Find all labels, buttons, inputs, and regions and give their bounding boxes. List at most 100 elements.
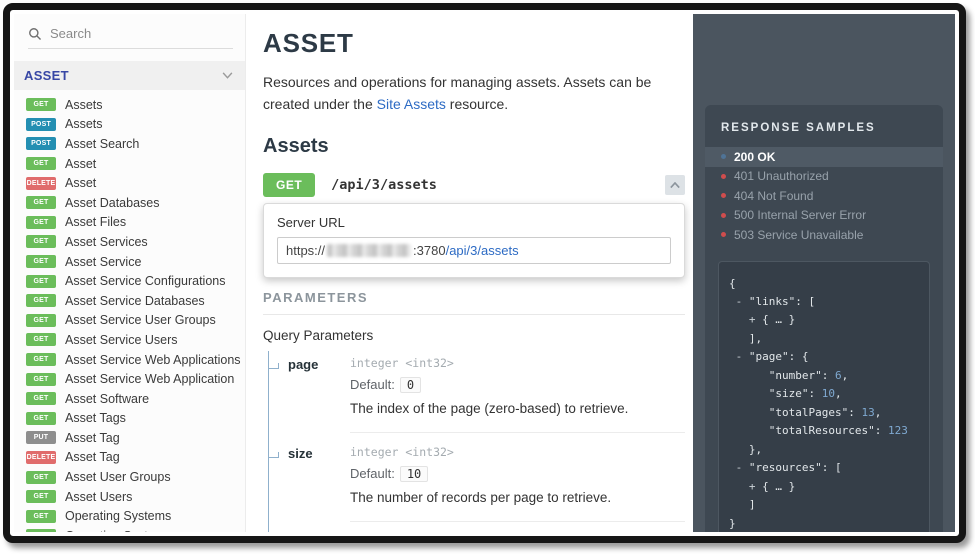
- json-number: 10: [822, 387, 835, 400]
- sidebar-item-label: Asset Tags: [65, 411, 126, 425]
- code-line: },: [729, 441, 919, 459]
- response-samples-title: RESPONSE SAMPLES: [721, 122, 927, 134]
- method-badge: GET: [26, 412, 56, 425]
- sidebar-item[interactable]: GET Asset Service Users: [14, 330, 245, 350]
- error-dot-icon: [721, 213, 726, 218]
- response-tab-200[interactable]: 200 OK: [705, 147, 943, 167]
- collapse-toggle[interactable]: -: [729, 461, 749, 474]
- method-badge: DELETE: [26, 451, 56, 464]
- sidebar-item[interactable]: GET Asset Service Web Applications: [14, 350, 245, 370]
- sidebar-item[interactable]: GETAsset: [14, 154, 245, 174]
- site-assets-link[interactable]: Site Assets: [377, 96, 446, 112]
- method-badge: PUT: [26, 431, 56, 444]
- main-content: ASSET Resources and operations for manag…: [246, 14, 693, 532]
- collapse-endpoint-button[interactable]: [665, 175, 685, 195]
- sidebar-item[interactable]: DELETE Asset Tag: [14, 448, 245, 468]
- collapse-toggle[interactable]: -: [729, 295, 749, 308]
- sidebar-item-label: Asset Service: [65, 255, 141, 269]
- json-number: 13: [861, 406, 874, 419]
- get-method-badge: GET: [263, 173, 315, 197]
- intro-paragraph: Resources and operations for managing as…: [263, 72, 687, 115]
- sidebar-item[interactable]: GET Asset Service: [14, 252, 245, 272]
- sidebar-item[interactable]: PUTAsset Tag: [14, 428, 245, 448]
- sidebar-nav: GETAssets POST Assets POSTAsset Search GE…: [14, 90, 245, 532]
- sidebar-item[interactable]: DELETE Asset: [14, 173, 245, 193]
- method-badge: GET: [26, 235, 56, 248]
- sidebar-item-label: Asset Software: [65, 392, 149, 406]
- sidebar-item[interactable]: GETAsset Service Configurations: [14, 271, 245, 291]
- query-parameters-tree: page integer <int32> Default:0 The index…: [268, 351, 687, 532]
- error-dot-icon: [721, 232, 726, 237]
- sidebar-item-label: Asset Service Configurations: [65, 274, 226, 288]
- sidebar-item[interactable]: GETAsset Service Databases: [14, 291, 245, 311]
- sidebar-item[interactable]: GET Asset Tags: [14, 409, 245, 429]
- method-badge: GET: [26, 392, 56, 405]
- response-tab-500[interactable]: 500 Internal Server Error: [705, 206, 943, 226]
- response-tab-503[interactable]: 503 Service Unavailable: [705, 225, 943, 245]
- sidebar-item-label: Assets: [65, 117, 103, 131]
- sidebar-item[interactable]: GETAssets: [14, 95, 245, 115]
- sidebar-item[interactable]: GET Asset Software: [14, 389, 245, 409]
- sidebar-item[interactable]: GETAsset Databases: [14, 193, 245, 213]
- expand-toggle[interactable]: +: [729, 313, 762, 326]
- code-line: ]: [729, 496, 919, 514]
- collapse-toggle[interactable]: -: [729, 350, 749, 363]
- response-tab-401[interactable]: 401 Unauthorized: [705, 167, 943, 187]
- sidebar-item[interactable]: GETOperating Systems: [14, 506, 245, 526]
- sidebar-item[interactable]: GETOperating System: [14, 526, 245, 532]
- chevron-down-icon: [222, 72, 233, 79]
- code-line: }: [729, 515, 919, 532]
- sidebar-item-label: Asset Service Web Application: [65, 372, 234, 386]
- code-line: "totalPages": 13,: [729, 404, 919, 422]
- param-type: integer <int32>: [350, 445, 685, 459]
- search-icon: [28, 27, 42, 41]
- redacted-host: [327, 244, 411, 257]
- method-badge: DELETE: [26, 177, 56, 190]
- response-samples-panel: RESPONSE SAMPLES 200 OK 401 Unauthorized…: [705, 105, 943, 532]
- sidebar-item-label: Asset Service User Groups: [65, 313, 216, 327]
- method-badge: GET: [26, 196, 56, 209]
- divider: [350, 521, 685, 522]
- default-value: 0: [400, 377, 421, 393]
- default-value: 10: [400, 466, 428, 482]
- right-panel: RESPONSE SAMPLES 200 OK 401 Unauthorized…: [693, 14, 955, 532]
- method-badge: GET: [26, 314, 56, 327]
- method-badge: GET: [26, 333, 56, 346]
- sidebar-item-label: Asset Tag: [65, 450, 120, 464]
- method-badge: POST: [26, 118, 56, 131]
- sidebar-item-label: Operating Systems: [65, 509, 171, 523]
- sidebar-item[interactable]: GETAsset User Groups: [14, 467, 245, 487]
- code-line: {: [729, 275, 919, 293]
- method-badge: GET: [26, 490, 56, 503]
- response-tab-404[interactable]: 404 Not Found: [705, 186, 943, 206]
- success-dot-icon: [721, 154, 726, 159]
- sidebar-item-label: Asset Service Users: [65, 333, 178, 347]
- sidebar-item[interactable]: POST Assets: [14, 115, 245, 135]
- sidebar-item[interactable]: GETAsset Services: [14, 232, 245, 252]
- parameters-heading: PARAMETERS: [263, 290, 685, 315]
- sidebar-item[interactable]: GETAsset Files: [14, 213, 245, 233]
- sidebar-item-label: Asset Service Web Applications: [65, 353, 241, 367]
- search-bar[interactable]: [28, 26, 233, 49]
- endpoint-row[interactable]: GET /api/3/assets: [263, 173, 687, 197]
- sidebar-item[interactable]: POSTAsset Search: [14, 134, 245, 154]
- expand-toggle[interactable]: +: [729, 480, 762, 493]
- param-description: The number of records per page to retrie…: [350, 488, 685, 509]
- sidebar-item[interactable]: GET Asset Service User Groups: [14, 311, 245, 331]
- sidebar: ASSET GETAssets POST Assets POSTAsset Sea…: [14, 14, 246, 532]
- sidebar-item[interactable]: GETAsset Service Web Application: [14, 369, 245, 389]
- method-badge: GET: [26, 255, 56, 268]
- api-docs-app: ASSET GETAssets POST Assets POSTAsset Sea…: [14, 14, 955, 532]
- search-input[interactable]: [50, 26, 200, 41]
- json-number: 6: [835, 369, 842, 382]
- sidebar-item-label: Asset: [65, 176, 96, 190]
- server-url-input[interactable]: https:// :3780 /api/3/assets: [277, 237, 671, 264]
- sidebar-item-label: Asset User Groups: [65, 470, 171, 484]
- default-label: Default:: [350, 466, 395, 481]
- param-body: integer <int32> Default:0 The index of t…: [350, 356, 687, 440]
- sidebar-section-asset[interactable]: ASSET: [14, 61, 245, 90]
- page-title: ASSET: [263, 28, 687, 59]
- param-type: integer <int32>: [350, 356, 685, 370]
- method-badge: GET: [26, 353, 56, 366]
- sidebar-item[interactable]: GETAsset Users: [14, 487, 245, 507]
